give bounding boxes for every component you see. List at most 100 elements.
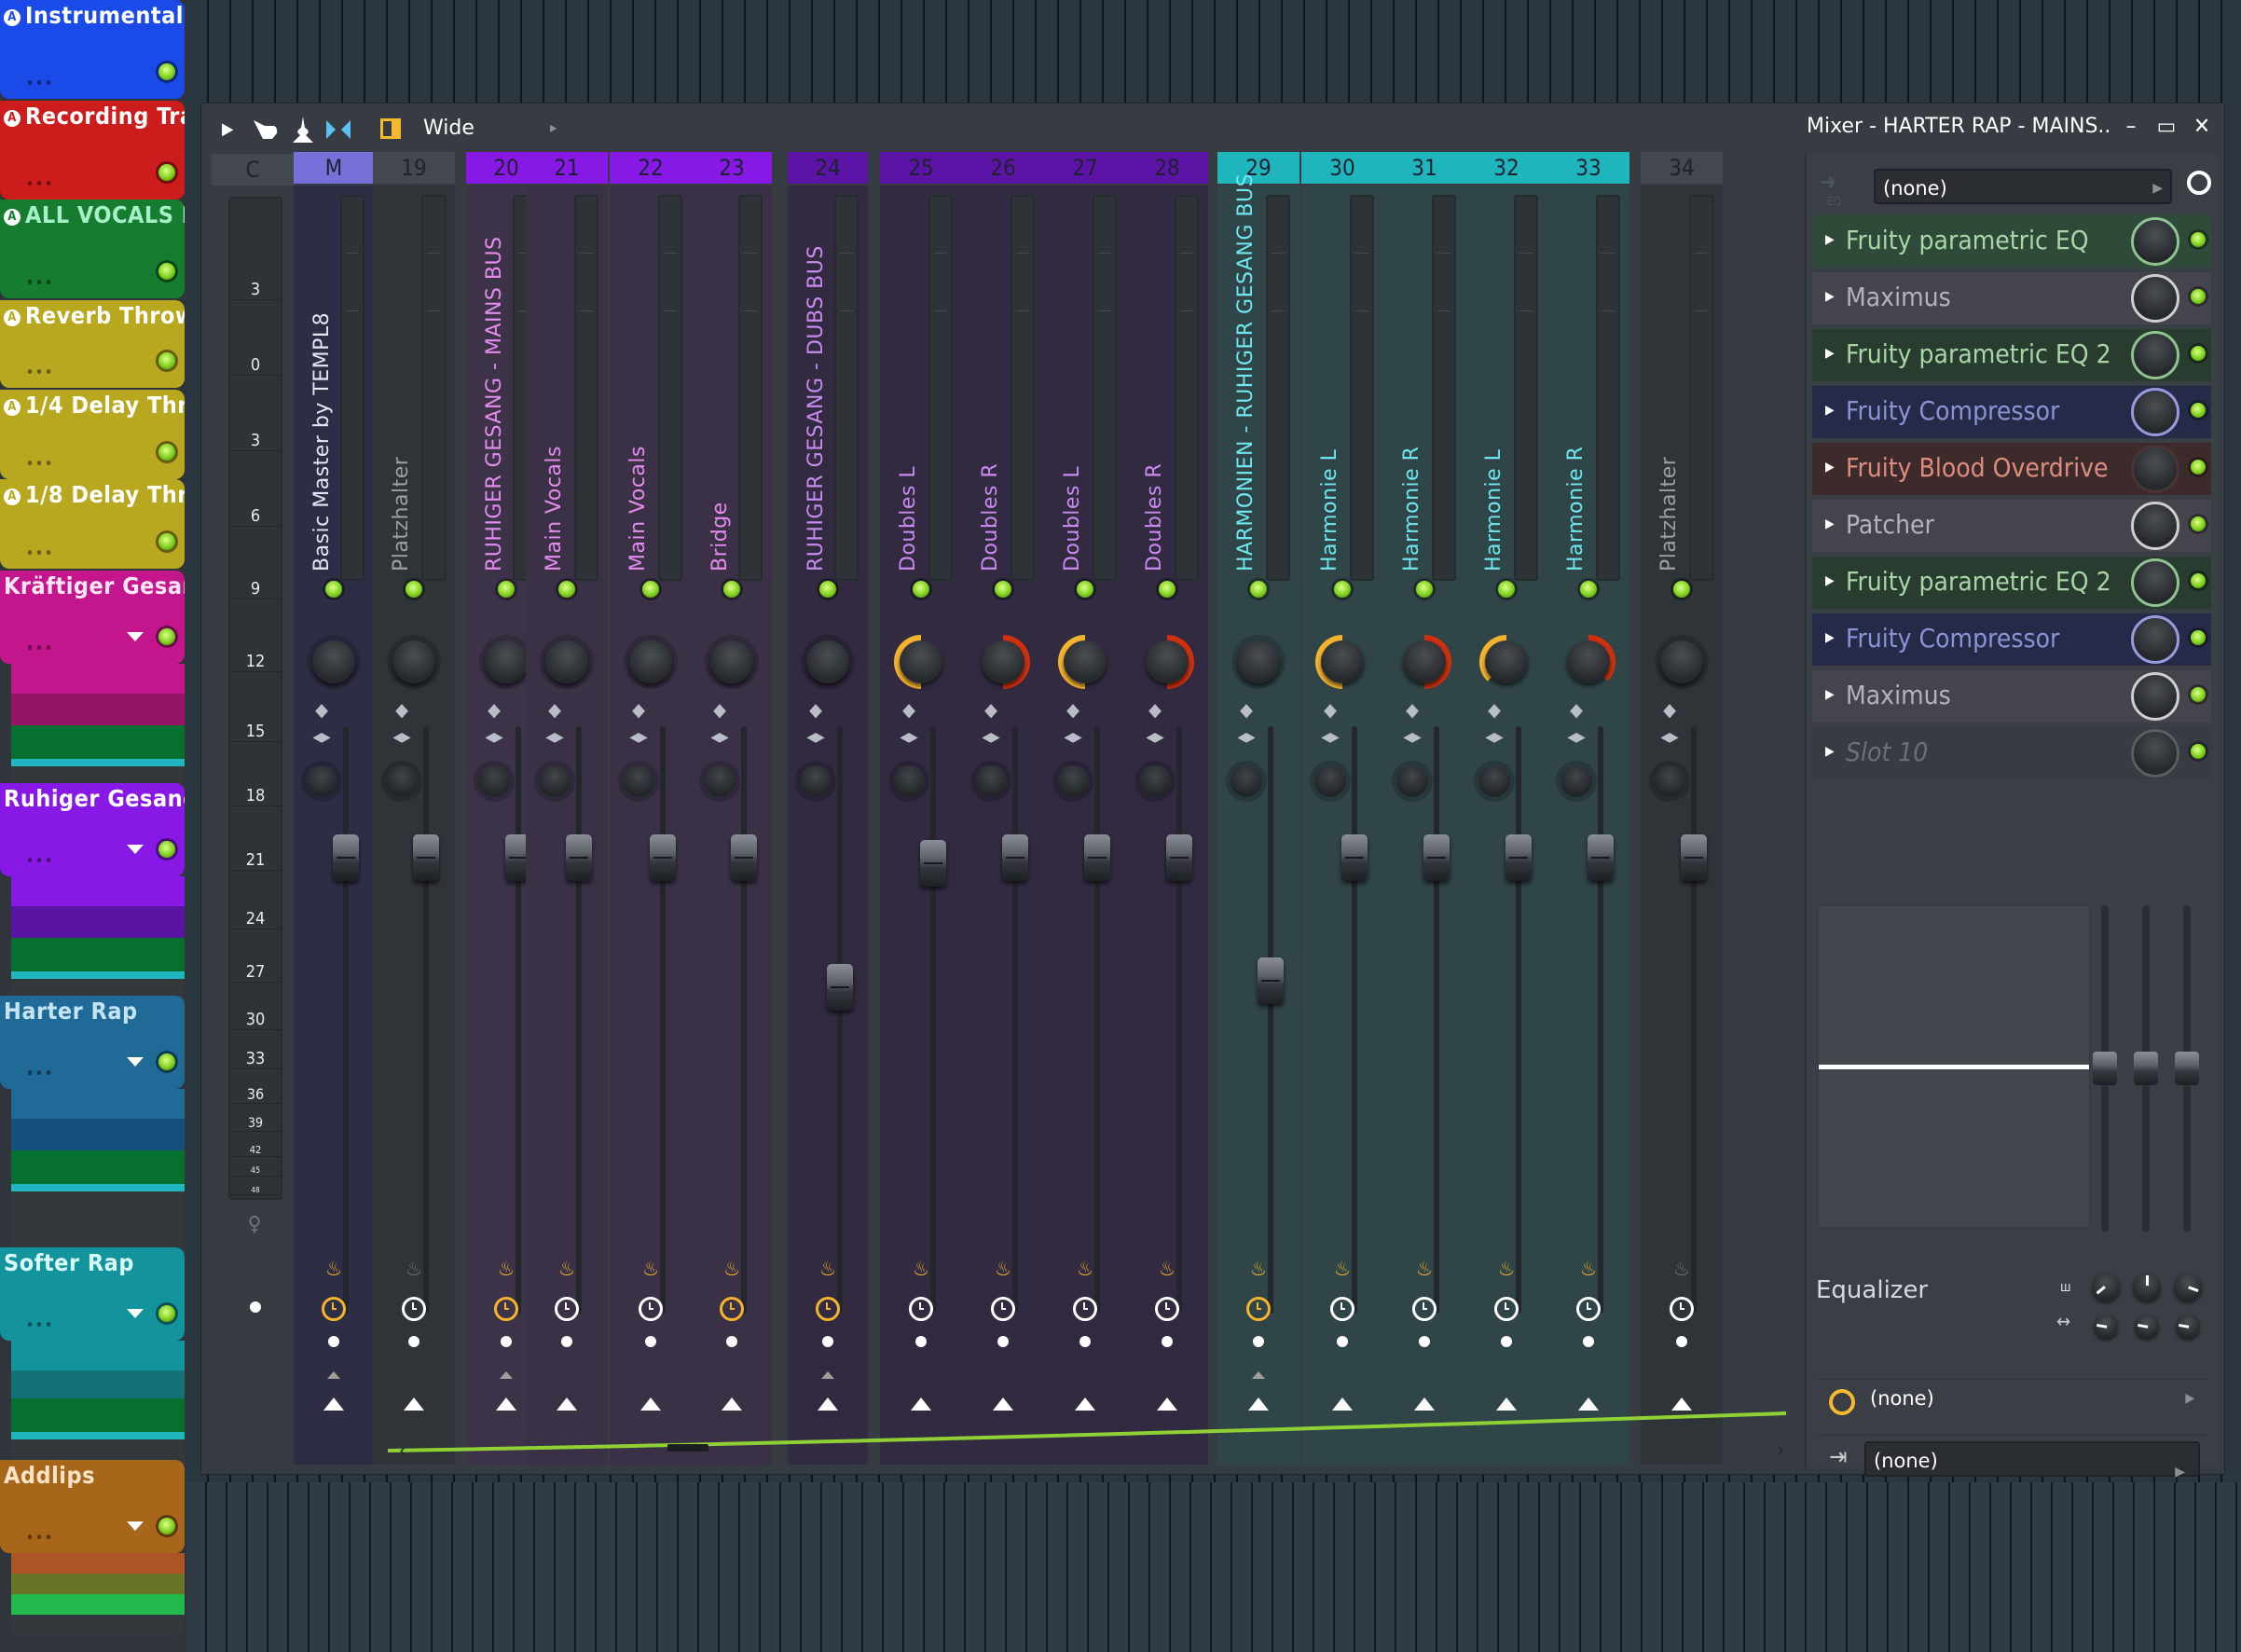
- strip-mute-led[interactable]: [498, 581, 515, 598]
- effect-mix-knob[interactable]: [2131, 217, 2179, 266]
- stereo-separation-knob[interactable]: [1396, 765, 1428, 797]
- route-dot-icon[interactable]: [501, 1336, 512, 1347]
- stereo-separation-knob[interactable]: [975, 765, 1007, 797]
- volume-fader-track[interactable]: [343, 726, 349, 1314]
- stereo-separation-knob[interactable]: [539, 765, 571, 797]
- sidebar-track-3[interactable]: AALL VOCALS BUS •••: [0, 200, 185, 298]
- pan-knob[interactable]: [801, 635, 855, 689]
- stereo-separation-knob[interactable]: [893, 765, 925, 797]
- slot-expand-arrow-icon[interactable]: ▶: [1825, 744, 1835, 759]
- latency-clock-icon[interactable]: [1155, 1297, 1179, 1321]
- pan-knob[interactable]: [1655, 635, 1709, 689]
- volume-fader-track[interactable]: [1352, 726, 1357, 1314]
- latency-clock-icon[interactable]: [816, 1297, 840, 1321]
- stereo-separation-icon[interactable]: ◀▶: [478, 730, 510, 745]
- audio-output-select[interactable]: (none) ▶: [1864, 1441, 2200, 1480]
- effect-enable-led[interactable]: [2191, 630, 2206, 645]
- stereo-separation-icon[interactable]: ◀▶: [1560, 730, 1592, 745]
- latency-clock-icon[interactable]: [494, 1297, 518, 1321]
- track-options-dots-icon[interactable]: •••: [26, 177, 54, 192]
- track-mute-led[interactable]: [158, 533, 175, 550]
- track-expand-arrow-icon[interactable]: [127, 845, 144, 854]
- track-mute-led[interactable]: [158, 164, 175, 181]
- mixer-horizontal-scrollbar[interactable]: ‹ ›: [388, 1409, 1795, 1465]
- stereo-swap-icon[interactable]: ◆: [1480, 700, 1508, 719]
- route-dot-icon[interactable]: [1583, 1336, 1594, 1347]
- effect-mix-knob[interactable]: [2131, 445, 2179, 493]
- sidebar-track-6[interactable]: A1/8 Delay Throw •••: [0, 479, 185, 569]
- strip-mute-led[interactable]: [1334, 581, 1351, 598]
- volume-fader-track[interactable]: [516, 726, 521, 1314]
- route-dot-icon[interactable]: [408, 1336, 419, 1347]
- strip-mute-led[interactable]: [325, 581, 342, 598]
- track-mute-led[interactable]: [158, 1518, 175, 1535]
- latency-row[interactable]: (none) ▶: [1816, 1379, 2207, 1426]
- strip-number[interactable]: 34: [1641, 152, 1723, 184]
- strip-number[interactable]: 32: [1465, 152, 1547, 184]
- track-options-dots-icon[interactable]: •••: [26, 365, 54, 380]
- mixer-strip[interactable]: 31 Harmonie R ◆ ◀▶ ♨: [1383, 152, 1465, 1466]
- pan-knob[interactable]: [1140, 635, 1194, 689]
- pan-knob[interactable]: [1231, 635, 1285, 689]
- sidebar-track-9[interactable]: Harter Rap •••: [0, 996, 185, 1089]
- eq-bw-knob-high[interactable]: [2176, 1314, 2200, 1338]
- sidebar-track-7[interactable]: Kräftiger Gesang •••: [0, 571, 185, 664]
- view-mode-label[interactable]: Wide: [423, 117, 474, 140]
- stereo-swap-icon[interactable]: ◆: [541, 700, 569, 719]
- close-button[interactable]: ✕: [2188, 113, 2216, 139]
- track-options-dots-icon[interactable]: •••: [26, 641, 54, 656]
- eq-bw-knob-low[interactable]: [2094, 1314, 2118, 1338]
- effect-slot[interactable]: ▶ Patcher: [1812, 500, 2211, 552]
- send-bulb-icon[interactable]: ♨: [989, 1258, 1017, 1281]
- send-bulb-icon[interactable]: ♨: [637, 1258, 665, 1281]
- latency-clock-icon[interactable]: [639, 1297, 663, 1321]
- audio-input-select[interactable]: (none) ▶: [1874, 169, 2172, 204]
- route-dot-icon[interactable]: [1419, 1336, 1430, 1347]
- stereo-swap-icon[interactable]: ◆: [802, 700, 830, 719]
- stereo-separation-icon[interactable]: ◀▶: [623, 730, 654, 745]
- effect-mix-knob[interactable]: [2131, 331, 2179, 379]
- effect-mix-knob[interactable]: [2131, 502, 2179, 550]
- stereo-swap-icon[interactable]: ◆: [1316, 700, 1344, 719]
- stereo-separation-icon[interactable]: ◀▶: [1396, 730, 1428, 745]
- pan-knob[interactable]: [705, 635, 759, 689]
- mixer-strip[interactable]: 22 Main Vocals ◆ ◀▶ ♨: [610, 152, 692, 1466]
- strip-mute-led[interactable]: [406, 581, 422, 598]
- track-expand-arrow-icon[interactable]: [127, 1057, 144, 1067]
- route-dot-icon[interactable]: [645, 1336, 656, 1347]
- latency-clock-icon[interactable]: [322, 1297, 346, 1321]
- mixer-strip[interactable]: 33 Harmonie R ◆ ◀▶ ♨: [1547, 152, 1629, 1466]
- minimize-button[interactable]: –: [2117, 113, 2145, 139]
- volume-fader-handle[interactable]: [1084, 834, 1110, 881]
- latency-clock-icon[interactable]: [402, 1297, 426, 1321]
- latency-clock-icon[interactable]: [1073, 1297, 1097, 1321]
- strip-number[interactable]: 24: [788, 152, 868, 184]
- volume-fader-handle[interactable]: [1258, 957, 1284, 1005]
- route-dot-icon[interactable]: [328, 1336, 339, 1347]
- effect-slot[interactable]: ▶ Fruity parametric EQ 2: [1812, 557, 2211, 609]
- track-expand-arrow-icon[interactable]: [127, 1521, 144, 1531]
- route-dot-icon[interactable]: [1337, 1336, 1348, 1347]
- stereo-separation-icon[interactable]: ◀▶: [1230, 730, 1262, 745]
- send-bulb-icon[interactable]: ♨: [907, 1258, 935, 1281]
- track-options-dots-icon[interactable]: •••: [26, 854, 54, 869]
- stereo-separation-icon[interactable]: ◀▶: [386, 730, 418, 745]
- effect-enable-led[interactable]: [2191, 403, 2206, 418]
- volume-fader-handle[interactable]: [1681, 834, 1707, 881]
- stereo-separation-knob[interactable]: [800, 765, 832, 797]
- stereo-separation-icon[interactable]: ◀▶: [1139, 730, 1171, 745]
- mixer-strip[interactable]: M Basic Master by TEMPL8 ◆ ◀▶ ♨: [294, 152, 374, 1466]
- current-strip-dot-icon[interactable]: [250, 1301, 261, 1313]
- latency-clock-icon[interactable]: [1246, 1297, 1271, 1321]
- route-to-strip-arrow-icon[interactable]: [323, 1397, 344, 1411]
- stereo-separation-knob[interactable]: [704, 765, 736, 797]
- route-dot-icon[interactable]: [1501, 1336, 1512, 1347]
- strip-mute-led[interactable]: [723, 581, 740, 598]
- stereo-separation-icon[interactable]: ◀▶: [539, 730, 571, 745]
- sidebar-track-10[interactable]: Softer Rap •••: [0, 1247, 185, 1341]
- route-dot-icon[interactable]: [1162, 1336, 1173, 1347]
- stereo-swap-icon[interactable]: ◆: [1059, 700, 1087, 719]
- effect-enable-led[interactable]: [2191, 573, 2206, 588]
- strip-number[interactable]: 27: [1044, 152, 1126, 184]
- stereo-separation-icon[interactable]: ◀▶: [975, 730, 1007, 745]
